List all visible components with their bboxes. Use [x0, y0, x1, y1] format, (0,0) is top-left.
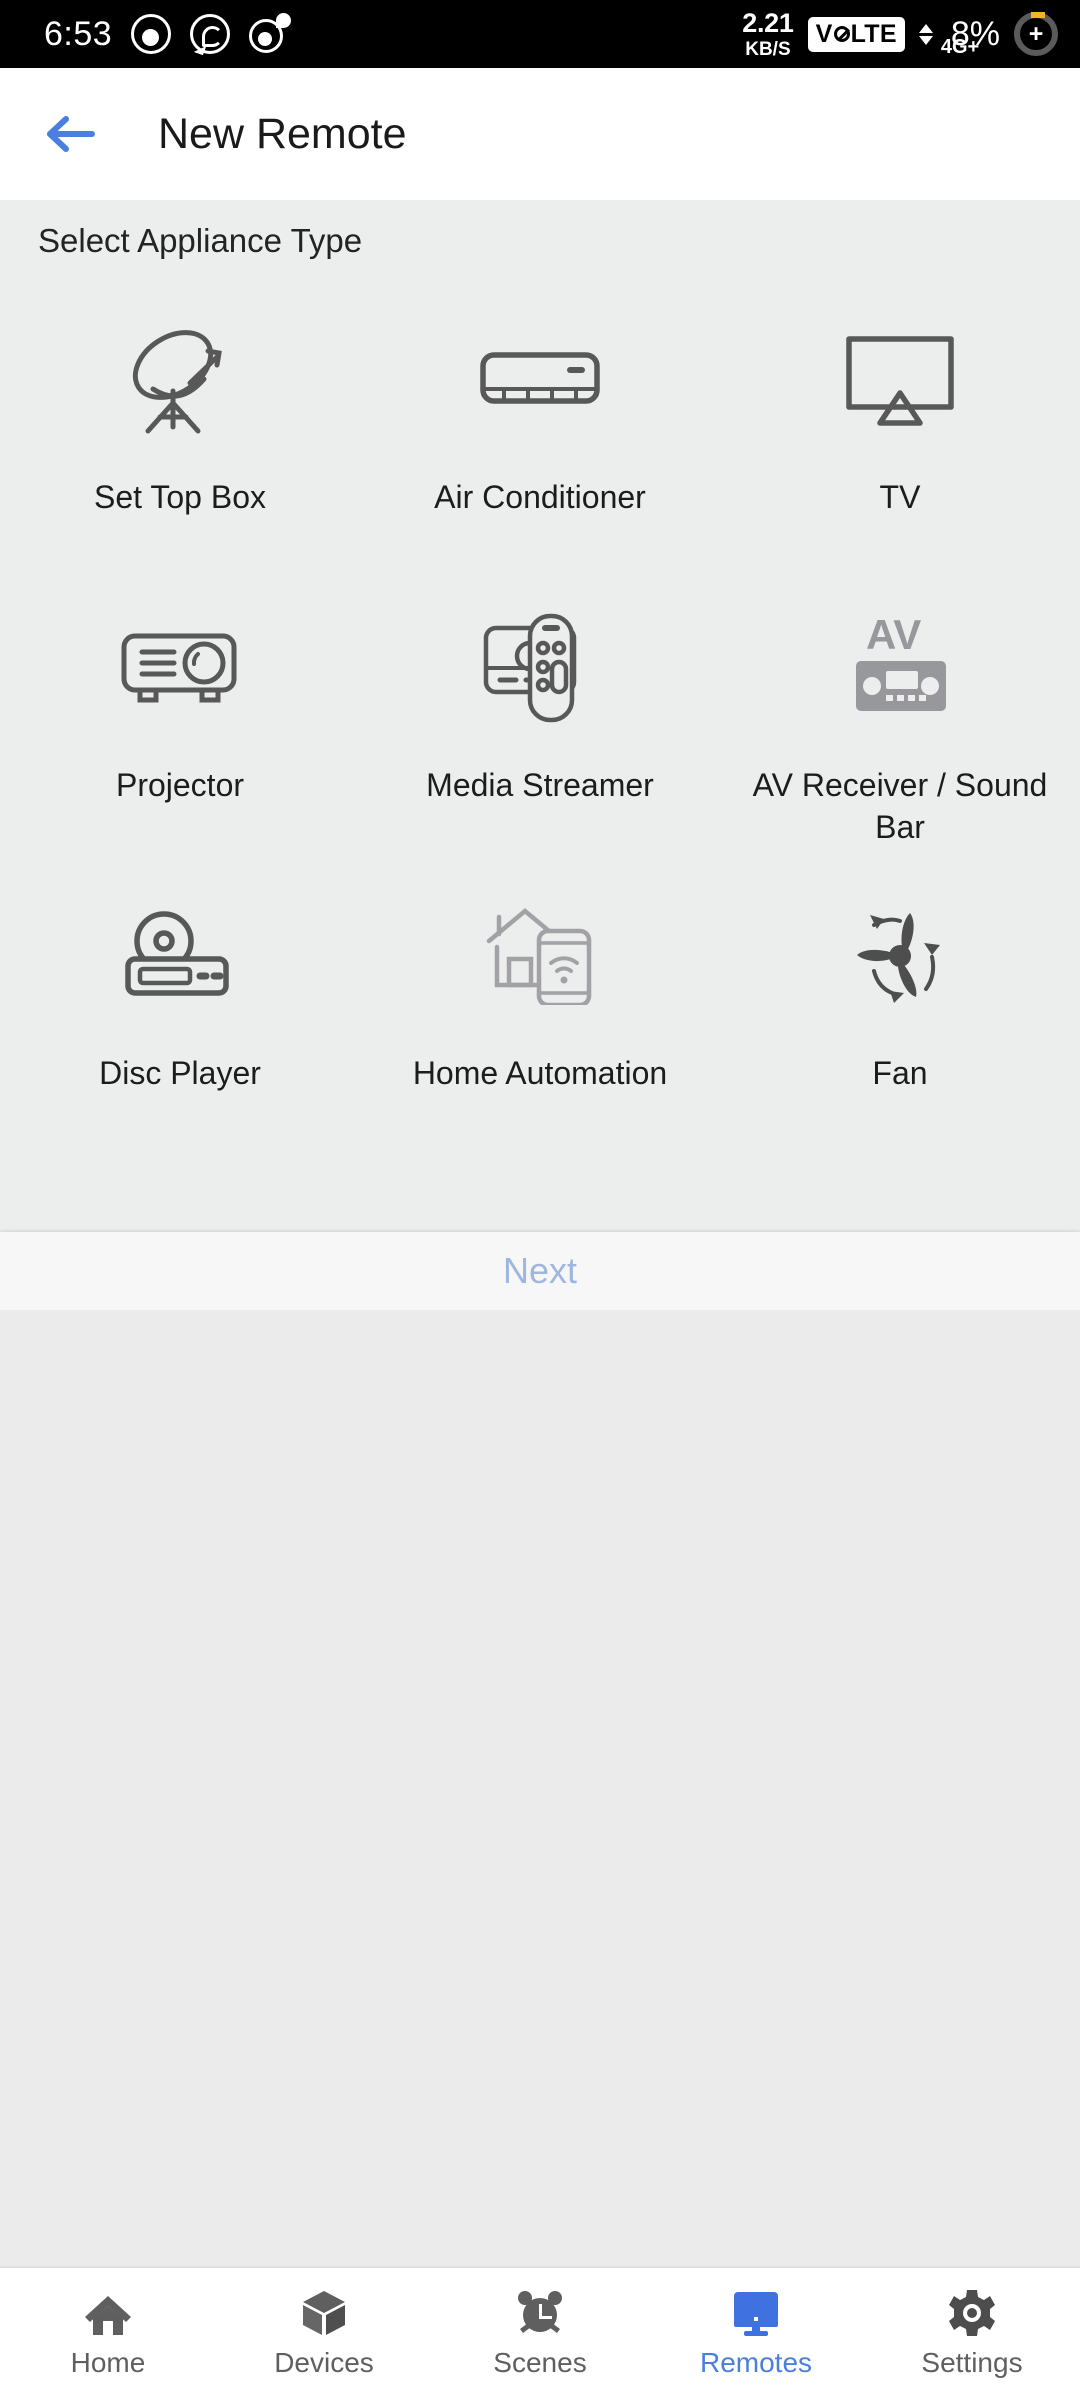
- air-conditioner-icon: [478, 310, 602, 450]
- appliance-label: Media Streamer: [426, 767, 654, 803]
- next-button-label: Next: [502, 1250, 578, 1291]
- television-icon: [840, 310, 960, 450]
- svg-text:AV: AV: [866, 613, 921, 658]
- empty-area: [0, 1310, 1080, 2270]
- volte-suffix: LTE: [850, 19, 897, 48]
- alarm-clock-icon: [516, 2289, 564, 2337]
- fan-icon: [844, 886, 956, 1026]
- app-bar: New Remote: [0, 68, 1080, 200]
- nav-item-home[interactable]: Home: [0, 2289, 216, 2379]
- appliance-label: Disc Player: [99, 1055, 261, 1091]
- status-bar: 6:53 2.21 KB/S V LTE 4G+ 8% +: [0, 0, 1080, 68]
- network-speed-unit: KB/S: [745, 38, 791, 60]
- appliance-option-set-top-box[interactable]: Set Top Box: [0, 288, 360, 576]
- battery-charging-icon: +: [1014, 12, 1058, 56]
- volte-badge: V LTE: [807, 16, 905, 52]
- data-arrows-icon: [918, 23, 933, 45]
- monitor-icon: [731, 2289, 781, 2337]
- av-receiver-icon: AV: [838, 598, 962, 738]
- appliance-label: AV Receiver / Sound Bar: [752, 767, 1048, 846]
- cube-icon: [301, 2289, 347, 2337]
- nav-item-devices[interactable]: Devices: [216, 2289, 432, 2379]
- nav-label: Remotes: [699, 2347, 813, 2378]
- network-type-label: 4G+: [940, 35, 980, 58]
- nav-label: Scenes: [493, 2347, 587, 2378]
- network-speed-indicator: 2.21 KB/S: [742, 7, 794, 60]
- projector-icon: [118, 598, 242, 738]
- nav-label: Devices: [274, 2347, 374, 2378]
- appliance-label: Home Automation: [412, 1055, 668, 1091]
- appliance-label: Fan: [872, 1055, 928, 1091]
- whatsapp-icon: [190, 14, 231, 54]
- content-area: Select Appliance Type Set Top Box Air Co…: [0, 200, 1080, 1310]
- media-streamer-icon: [480, 598, 600, 738]
- appliance-grid: Set Top Box Air Conditioner TV Projector…: [0, 288, 1080, 1152]
- status-clock: 6:53: [44, 14, 113, 53]
- status-bar-left: 6:53: [44, 13, 292, 55]
- appliance-option-air-conditioner[interactable]: Air Conditioner: [360, 288, 720, 576]
- satellite-dish-icon: [120, 310, 240, 450]
- appliance-option-media-streamer[interactable]: Media Streamer: [360, 576, 720, 864]
- appliance-option-disc-player[interactable]: Disc Player: [0, 864, 360, 1152]
- arrow-left-icon: [47, 116, 95, 152]
- appliance-option-home-automation[interactable]: Home Automation: [360, 864, 720, 1152]
- back-button[interactable]: [36, 99, 106, 169]
- camera-circle-icon: [131, 14, 172, 54]
- appliance-label: Air Conditioner: [434, 479, 646, 515]
- nav-item-remotes[interactable]: Remotes: [648, 2289, 864, 2379]
- section-label: Select Appliance Type: [38, 222, 363, 259]
- network-speed-value: 2.21: [742, 7, 794, 38]
- home-icon: [84, 2289, 132, 2337]
- signal-indicator: 4G+: [918, 23, 979, 58]
- gear-icon: [948, 2289, 996, 2337]
- bottom-navigation: Home Devices Scenes Remotes Settings: [0, 2268, 1080, 2400]
- disc-player-icon: [120, 886, 240, 1026]
- volte-prefix: V: [815, 19, 833, 48]
- app-screen: 6:53 2.21 KB/S V LTE 4G+ 8% + New Remote…: [0, 0, 1080, 2400]
- status-bar-right: 2.21 KB/S V LTE 4G+ 8% +: [742, 7, 1058, 60]
- next-button[interactable]: Next: [0, 1232, 1080, 1310]
- page-title: New Remote: [158, 109, 407, 158]
- appliance-option-projector[interactable]: Projector: [0, 576, 360, 864]
- nav-label: Home: [70, 2347, 146, 2378]
- nav-label: Settings: [921, 2347, 1023, 2378]
- appliance-option-fan[interactable]: Fan: [720, 864, 1080, 1152]
- appliance-option-av-receiver[interactable]: AV AV Receiver / Sound Bar: [720, 576, 1080, 864]
- volte-o-glyph: [833, 26, 850, 42]
- nav-item-settings[interactable]: Settings: [864, 2289, 1080, 2379]
- location-circle-icon: [249, 13, 292, 55]
- nav-item-scenes[interactable]: Scenes: [432, 2289, 648, 2379]
- appliance-label: TV: [879, 479, 921, 515]
- appliance-label: Projector: [115, 767, 245, 803]
- appliance-option-tv[interactable]: TV: [720, 288, 1080, 576]
- home-automation-icon: [481, 886, 599, 1026]
- appliance-label: Set Top Box: [94, 479, 266, 515]
